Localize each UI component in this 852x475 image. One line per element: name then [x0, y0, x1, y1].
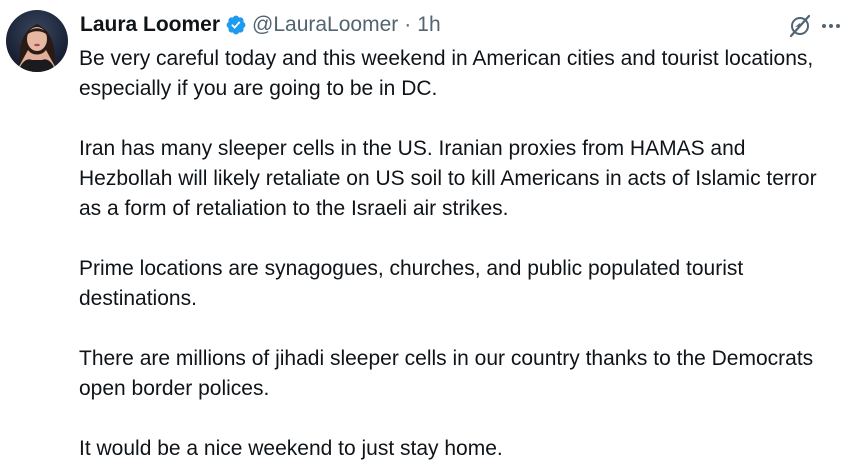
separator-dot: · [404, 13, 412, 36]
tweet-header: Laura Loomer @LauraLoomer · 1h [80, 10, 441, 40]
author-handle[interactable]: @LauraLoomer [252, 13, 398, 37]
avatar[interactable] [6, 10, 68, 72]
more-dot [829, 24, 833, 28]
tweet-text: Be very careful today and this weekend i… [79, 44, 839, 464]
tweet-paragraph: Be very careful today and this weekend i… [79, 47, 814, 100]
tweet-paragraph: Iran has many sleeper cells in the US. I… [79, 137, 817, 220]
tweet: Laura Loomer @LauraLoomer · 1h Be very c… [0, 0, 852, 475]
timestamp[interactable]: 1h [417, 13, 440, 37]
tweet-paragraph: Prime locations are synagogues, churches… [79, 257, 744, 310]
verified-badge-icon [225, 14, 247, 36]
avatar-image [16, 24, 58, 72]
more-dot [836, 24, 840, 28]
author-name[interactable]: Laura Loomer [80, 13, 220, 37]
tweet-paragraph: It would be a nice weekend to just stay … [79, 437, 503, 460]
grok-icon[interactable] [786, 12, 814, 40]
tweet-paragraph: There are millions of jihadi sleeper cel… [79, 347, 814, 400]
more-options-icon[interactable] [816, 14, 846, 38]
more-dot [822, 24, 826, 28]
